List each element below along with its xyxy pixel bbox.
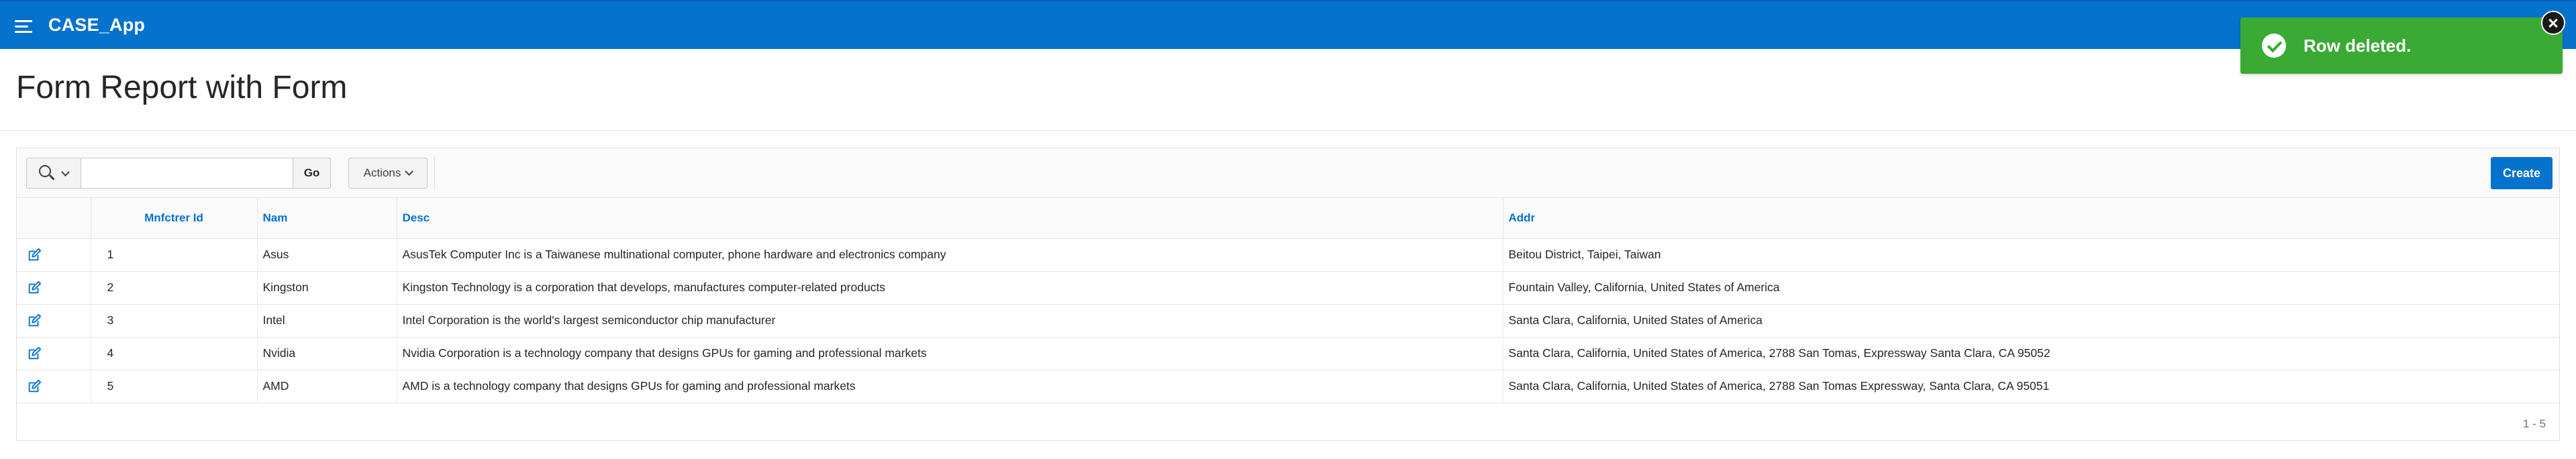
success-message-text: Row deleted. [2303, 36, 2412, 56]
cell-nam: AMD [257, 370, 397, 403]
toolbar-divider [434, 156, 435, 190]
cell-nam: Kingston [257, 271, 397, 305]
edit-cell [17, 337, 91, 370]
top-app-bar: CASE_App [0, 0, 2576, 49]
hamburger-menu-icon[interactable] [15, 20, 34, 34]
cell-addr: Santa Clara, California, United States o… [1503, 304, 2559, 338]
report-table: Mnfctrer Id Nam Desc Addr 1 Asus AsusTek C… [17, 198, 2559, 403]
go-button[interactable]: Go [293, 158, 331, 189]
search-icon [39, 165, 51, 177]
cell-nam: Intel [257, 304, 397, 338]
cell-desc: Kingston Technology is a corporation tha… [397, 271, 1503, 305]
check-circle-icon [2262, 34, 2286, 58]
success-message: Row deleted. [2240, 17, 2563, 74]
column-header-addr[interactable]: Addr [1503, 198, 2559, 239]
column-header-desc[interactable]: Desc [397, 198, 1503, 239]
pagination-range: 1 - 5 [2522, 417, 2546, 430]
cell-desc: AMD is a technology company that designs… [397, 370, 1503, 403]
edit-icon[interactable] [27, 248, 42, 262]
edit-cell [17, 370, 91, 403]
interactive-report-region: Go Actions Create Mnfctrer Id Nam Desc A… [16, 148, 2560, 441]
table-row: 4 Nvidia Nvidia Corporation is a technolog… [17, 337, 2559, 370]
chevron-down-icon [405, 167, 414, 176]
cell-nam: Asus [257, 238, 397, 272]
search-input[interactable] [81, 158, 293, 189]
cell-mnfctrer-id: 1 [91, 238, 258, 272]
cell-mnfctrer-id: 3 [91, 304, 258, 338]
cell-mnfctrer-id: 2 [91, 271, 258, 305]
search-column-menu-button[interactable] [26, 158, 81, 189]
cell-addr: Fountain Valley, California, United Stat… [1503, 271, 2559, 305]
actions-label: Actions [363, 166, 401, 179]
close-icon[interactable] [2541, 11, 2565, 35]
table-row: 1 Asus AsusTek Computer Inc is a Taiwanese… [17, 238, 2559, 272]
column-header-nam[interactable]: Nam [257, 198, 397, 239]
cell-mnfctrer-id: 5 [91, 370, 258, 403]
cell-addr: Beitou District, Taipei, Taiwan [1503, 238, 2559, 272]
table-row: 2 Kingston Kingston Technology is a corpor… [17, 271, 2559, 305]
cell-nam: Nvidia [257, 337, 397, 370]
cell-addr: Santa Clara, California, United States o… [1503, 370, 2559, 403]
edit-icon[interactable] [27, 313, 42, 328]
create-button[interactable]: Create [2491, 157, 2553, 189]
edit-cell [17, 304, 91, 338]
cell-mnfctrer-id: 4 [91, 337, 258, 370]
table-header-row: Mnfctrer Id Nam Desc Addr [17, 198, 2559, 239]
page-title-bar: Form Report with Form [0, 49, 2576, 131]
cell-addr: Santa Clara, California, United States o… [1503, 337, 2559, 370]
edit-cell [17, 271, 91, 305]
report-table-body: 1 Asus AsusTek Computer Inc is a Taiwanese… [17, 238, 2559, 403]
cell-desc: Intel Corporation is the world's largest… [397, 304, 1503, 338]
actions-menu-button[interactable]: Actions [348, 158, 428, 189]
edit-icon[interactable] [27, 280, 42, 295]
cell-desc: AsusTek Computer Inc is a Taiwanese mult… [397, 238, 1503, 272]
column-header-mnfctrer-id[interactable]: Mnfctrer Id [91, 198, 258, 239]
report-toolbar: Go Actions Create [17, 148, 2559, 198]
table-row: 5 AMD AMD is a technology company that des… [17, 370, 2559, 403]
page-title: Form Report with Form [16, 70, 348, 105]
table-row: 3 Intel Intel Corporation is the world's l… [17, 304, 2559, 338]
edit-icon[interactable] [27, 379, 42, 394]
edit-cell [17, 238, 91, 272]
app-title[interactable]: CASE_App [48, 15, 145, 36]
edit-icon[interactable] [27, 346, 42, 361]
cell-desc: Nvidia Corporation is a technology compa… [397, 337, 1503, 370]
column-header-edit [17, 198, 91, 239]
search-group: Go [26, 158, 331, 189]
chevron-down-icon [61, 168, 70, 176]
